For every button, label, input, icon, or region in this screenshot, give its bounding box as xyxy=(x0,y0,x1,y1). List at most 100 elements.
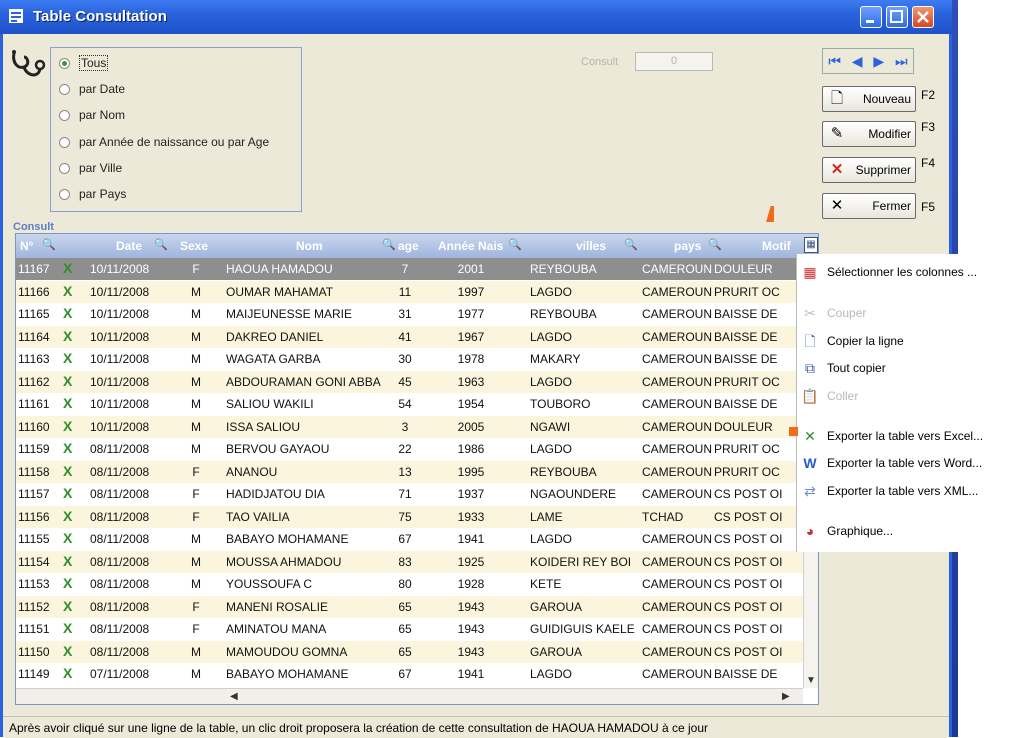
table-row[interactable]: X 11155 08/11/2008 M BABAYO MOHAMANE 67 1941 LA… xyxy=(16,528,803,550)
table-cell: BABAYO MOHAMANE xyxy=(226,667,349,681)
menu-item-copier-ligne[interactable]: 🗋 Copier la ligne xyxy=(797,329,1010,353)
scroll-down-icon[interactable]: ▼ xyxy=(806,675,816,686)
col-header-annee[interactable]: Année Nais xyxy=(438,239,503,253)
delete-row-icon[interactable]: X xyxy=(63,575,72,591)
fermer-label: Fermer xyxy=(872,199,911,213)
table-row[interactable]: X 11162 10/11/2008 M ABDOURAMAN GONI ABBA 45 1… xyxy=(16,370,803,393)
next-record-icon[interactable]: ▶ xyxy=(873,54,884,68)
table-row[interactable]: X 11159 08/11/2008 M BERVOU GAYAOU 22 1986 LAGD… xyxy=(16,438,803,460)
search-icon[interactable]: 🔍 xyxy=(154,238,168,251)
fermer-button[interactable]: ✕ Fermer xyxy=(822,193,916,219)
table-row[interactable]: X 11163 10/11/2008 M WAGATA GARBA 30 1978 MAKAR… xyxy=(16,348,803,370)
search-icon[interactable]: 🔍 xyxy=(624,238,638,251)
table-row[interactable]: X 11161 10/11/2008 M SALIOU WAKILI 54 1954 TOUB… xyxy=(16,393,803,415)
table-cell: CAMEROUN xyxy=(642,262,712,276)
excel-icon: ✕ xyxy=(804,428,816,444)
nouveau-button[interactable]: 🗋 Nouveau xyxy=(822,86,916,112)
horizontal-scrollbar[interactable]: ◀ ▶ xyxy=(16,688,803,704)
table-cell: 30 xyxy=(398,352,412,366)
table-row[interactable]: X 11152 08/11/2008 F MANENI ROSALIE 65 1943 GAR… xyxy=(16,595,803,618)
last-record-icon[interactable]: ⏭ xyxy=(895,54,908,68)
col-header-numero[interactable]: N° xyxy=(20,239,33,253)
menu-item-export-word[interactable]: W Exporter la table vers Word... xyxy=(797,451,1010,475)
scroll-right-icon[interactable]: ▶ xyxy=(782,691,790,702)
modifier-button[interactable]: ✎ Modifier xyxy=(822,121,916,147)
col-header-pays[interactable]: pays xyxy=(674,239,701,253)
delete-row-icon[interactable]: X xyxy=(63,440,72,456)
consultation-table[interactable]: N° 🔍 Date 🔍 Sexe Nom 🔍 age Année Nais 🔍 … xyxy=(15,233,819,705)
table-row[interactable]: X 11157 08/11/2008 F HADIDJATOU DIA 71 1937 NGA… xyxy=(16,483,803,505)
menu-item-graphique[interactable]: ◕ Graphique... xyxy=(797,519,1010,543)
table-cell: 08/11/2008 xyxy=(90,442,150,456)
nouveau-shortcut: F2 xyxy=(921,88,936,102)
search-icon[interactable]: 🔍 xyxy=(382,238,396,251)
record-navigator: ⏮ ◀ ▶ ⏭ xyxy=(822,48,914,74)
col-header-motif[interactable]: Motif xyxy=(762,239,791,253)
delete-row-icon[interactable]: X xyxy=(63,328,72,344)
table-row[interactable]: X 11158 08/11/2008 F ANANOU 13 1995 REYBOUBA CAM… xyxy=(16,460,803,483)
filter-option-annee[interactable]: par Année de naissance ou par Age xyxy=(59,133,269,151)
col-header-date[interactable]: Date xyxy=(116,239,142,253)
table-cell: CS POST OI xyxy=(714,509,783,524)
col-header-sexe[interactable]: Sexe xyxy=(180,239,208,253)
scroll-left-icon[interactable]: ◀ xyxy=(230,691,238,702)
col-header-villes[interactable]: villes xyxy=(576,239,606,253)
consult-count-field[interactable]: 0 xyxy=(635,52,713,71)
close-button[interactable] xyxy=(912,6,934,28)
delete-row-icon[interactable]: X xyxy=(63,373,72,389)
menu-item-export-xml[interactable]: ⇄ Exporter la table vers XML... xyxy=(797,479,1010,503)
delete-row-icon[interactable]: X xyxy=(63,350,72,366)
radio-icon xyxy=(59,83,70,95)
table-row[interactable]: X 11165 10/11/2008 M MAIJEUNESSE MARIE 31 1977… xyxy=(16,303,803,325)
delete-row-icon[interactable]: X xyxy=(63,418,72,434)
delete-row-icon[interactable]: X xyxy=(63,553,72,569)
table-cell: 1995 xyxy=(457,464,485,479)
table-row[interactable]: X 11153 08/11/2008 M YOUSSOUFA C 80 1928 KETE CA… xyxy=(16,573,803,595)
col-header-nom[interactable]: Nom xyxy=(296,239,323,253)
maximize-button[interactable] xyxy=(886,6,908,28)
filter-option-pays[interactable]: par Pays xyxy=(59,185,126,203)
table-row[interactable]: X 11167 10/11/2008 F HAOUA HAMADOU 7 2001 REYBO… xyxy=(16,258,803,280)
supprimer-button[interactable]: ✕ Supprimer xyxy=(822,157,916,183)
first-record-icon[interactable]: ⏮ xyxy=(828,54,841,68)
delete-row-icon[interactable]: X xyxy=(63,395,72,411)
menu-item-export-excel[interactable]: ✕ Exporter la table vers Excel... xyxy=(797,424,1010,448)
table-cell: 11151 xyxy=(18,622,50,636)
filter-option-date[interactable]: par Date xyxy=(59,80,125,98)
filter-option-nom[interactable]: par Nom xyxy=(59,106,125,124)
delete-row-icon[interactable]: X xyxy=(63,620,72,636)
previous-record-icon[interactable]: ◀ xyxy=(852,54,863,68)
table-row[interactable]: X 11154 08/11/2008 M MOUSSA AHMADOU 83 1925 KOI… xyxy=(16,550,803,573)
menu-item-select-columns[interactable]: ▦ Sélectionner les colonnes ... xyxy=(797,260,1010,284)
search-icon[interactable]: 🔍 xyxy=(708,238,722,251)
search-icon[interactable]: 🔍 xyxy=(508,238,522,251)
delete-row-icon[interactable]: X xyxy=(63,485,72,501)
column-config-icon[interactable]: ▦ xyxy=(804,237,818,253)
delete-row-icon[interactable]: X xyxy=(63,598,72,614)
menu-item-couper[interactable]: ✂ Couper xyxy=(797,301,1010,325)
table-row[interactable]: X 11164 10/11/2008 M DAKREO DANIEL 41 1967 LAGD… xyxy=(16,325,803,348)
delete-row-icon[interactable]: X xyxy=(63,530,72,546)
filter-option-tous[interactable]: Tous xyxy=(59,54,109,72)
table-row[interactable]: X 11166 10/11/2008 M OUMAR MAHAMAT 11 1997 LAGD… xyxy=(16,280,803,303)
delete-row-icon[interactable]: X xyxy=(63,463,72,479)
title-bar[interactable]: Table Consultation xyxy=(0,0,952,34)
table-row[interactable]: X 11150 08/11/2008 M MAMOUDOU GOMNA 65 1943 GAR… xyxy=(16,640,803,663)
table-row[interactable]: X 11160 10/11/2008 M ISSA SALIOU 3 2005 NGAWI CA… xyxy=(16,415,803,438)
table-row[interactable]: X 11156 08/11/2008 F TAO VAILIA 75 1933 LAME TCH… xyxy=(16,505,803,528)
delete-row-icon[interactable]: X xyxy=(63,508,72,524)
table-row[interactable]: X 11151 08/11/2008 F AMINATOU MANA 65 1943 GUID… xyxy=(16,618,803,640)
delete-row-icon[interactable]: X xyxy=(63,643,72,659)
search-icon[interactable]: 🔍 xyxy=(42,238,56,251)
filter-option-ville[interactable]: par Ville xyxy=(59,159,122,177)
minimize-button[interactable] xyxy=(860,6,882,28)
table-cell: CS POST OI xyxy=(714,599,783,614)
delete-row-icon[interactable]: X xyxy=(63,260,72,276)
delete-row-icon[interactable]: X xyxy=(63,283,72,299)
table-row[interactable]: X 11149 07/11/2008 M BABAYO MOHAMANE 67 1941 LA… xyxy=(16,663,803,685)
menu-item-coller[interactable]: 📋 Coller xyxy=(797,384,1010,408)
delete-row-icon[interactable]: X xyxy=(63,305,72,321)
delete-row-icon[interactable]: X xyxy=(63,665,72,681)
menu-item-tout-copier[interactable]: ⧉ Tout copier xyxy=(797,356,1010,380)
col-header-age[interactable]: age xyxy=(398,239,419,253)
